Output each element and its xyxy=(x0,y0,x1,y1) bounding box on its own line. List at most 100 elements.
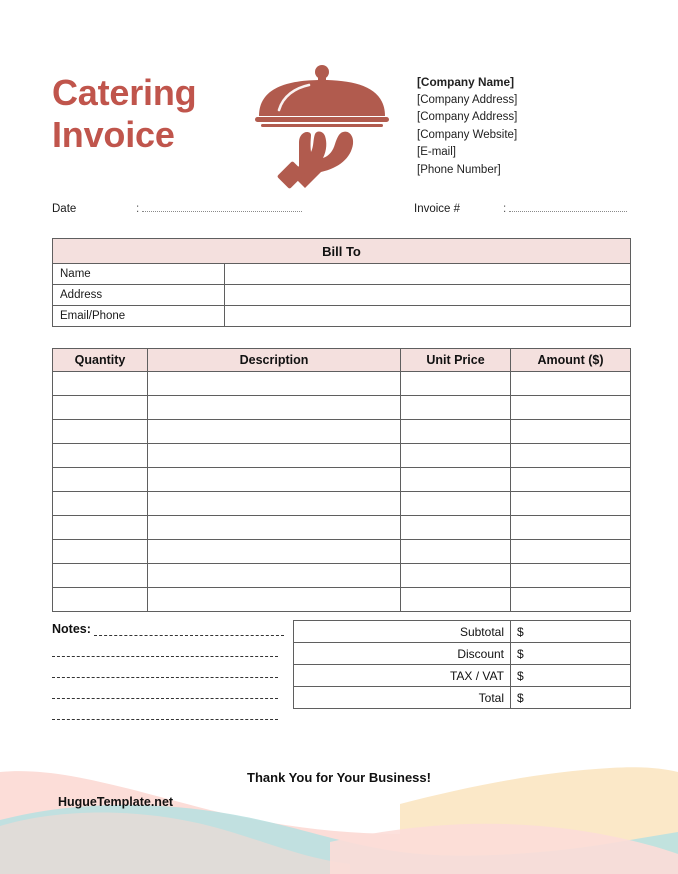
item-cell-description[interactable] xyxy=(147,467,401,492)
totals-label-subtotal: Subtotal xyxy=(293,620,511,643)
item-cell-description[interactable] xyxy=(147,515,401,540)
line-items-table: Quantity Description Unit Price Amount (… xyxy=(52,348,631,612)
item-cell-quantity[interactable] xyxy=(52,419,148,444)
item-cell-quantity[interactable] xyxy=(52,515,148,540)
notes-input-line-2[interactable] xyxy=(52,636,278,657)
totals-label-total: Total xyxy=(293,686,511,709)
item-cell-description[interactable] xyxy=(147,539,401,564)
invoice-number-field: Invoice # : xyxy=(414,202,628,215)
totals-input-total[interactable]: $ xyxy=(510,686,631,709)
bill-to-input-name[interactable] xyxy=(223,263,632,285)
invoice-meta-row: Date : Invoice # : xyxy=(52,202,630,220)
notes-blank-lines xyxy=(52,636,284,720)
item-cell-quantity[interactable] xyxy=(52,395,148,420)
item-cell-amount[interactable] xyxy=(510,539,631,564)
catering-logo xyxy=(247,62,397,190)
item-cell-unit-price[interactable] xyxy=(400,467,511,492)
table-row xyxy=(52,491,631,516)
totals-input-discount[interactable]: $ xyxy=(510,642,631,665)
invoice-number-separator: : xyxy=(503,203,507,215)
table-row: Discount $ xyxy=(293,642,631,665)
table-row: Subtotal $ xyxy=(293,620,631,643)
item-cell-amount[interactable] xyxy=(510,587,631,612)
item-cell-amount[interactable] xyxy=(510,491,631,516)
column-header-amount: Amount ($) xyxy=(510,348,631,372)
notes-input-line-5[interactable] xyxy=(52,699,278,720)
template-credit: HugueTemplate.net xyxy=(58,795,174,809)
table-row xyxy=(52,467,631,492)
notes-input-line-4[interactable] xyxy=(52,678,278,699)
company-name: [Company Name] xyxy=(417,75,515,89)
date-label: Date xyxy=(52,203,77,215)
table-row xyxy=(52,515,631,540)
date-input[interactable] xyxy=(142,202,303,212)
table-row: TAX / VAT $ xyxy=(293,664,631,687)
page-title: Catering Invoice xyxy=(52,72,252,157)
bill-to-input-address[interactable] xyxy=(223,284,632,306)
item-cell-description[interactable] xyxy=(147,443,401,468)
item-cell-quantity[interactable] xyxy=(52,443,148,468)
item-cell-unit-price[interactable] xyxy=(400,563,511,588)
invoice-header: Catering Invoice [Company Name] [Company… xyxy=(52,62,632,192)
item-cell-amount[interactable] xyxy=(510,419,631,444)
item-cell-quantity[interactable] xyxy=(52,539,148,564)
item-cell-unit-price[interactable] xyxy=(400,419,511,444)
item-cell-unit-price[interactable] xyxy=(400,515,511,540)
item-cell-unit-price[interactable] xyxy=(400,539,511,564)
item-cell-description[interactable] xyxy=(147,419,401,444)
item-cell-amount[interactable] xyxy=(510,563,631,588)
notes-input-line-1[interactable] xyxy=(93,624,284,636)
notes-input-line-3[interactable] xyxy=(52,657,278,678)
table-row xyxy=(52,371,631,396)
table-row xyxy=(52,419,631,444)
invoice-number-input[interactable] xyxy=(509,202,628,212)
item-cell-unit-price[interactable] xyxy=(400,395,511,420)
item-cell-unit-price[interactable] xyxy=(400,443,511,468)
line-items-body xyxy=(52,371,631,612)
item-cell-quantity[interactable] xyxy=(52,563,148,588)
item-cell-amount[interactable] xyxy=(510,371,631,396)
table-row xyxy=(52,539,631,564)
invoice-page: Catering Invoice [Company Name] [Company… xyxy=(0,0,678,874)
item-cell-quantity[interactable] xyxy=(52,371,148,396)
table-row: Address xyxy=(52,284,632,306)
item-cell-amount[interactable] xyxy=(510,467,631,492)
company-email: [E-mail] xyxy=(417,146,456,159)
bill-to-title-row: Bill To xyxy=(51,238,632,264)
totals-input-subtotal[interactable]: $ xyxy=(510,620,631,643)
column-header-quantity: Quantity xyxy=(52,348,148,372)
notes-section: Notes: xyxy=(52,622,284,720)
item-cell-amount[interactable] xyxy=(510,443,631,468)
table-row xyxy=(52,443,631,468)
column-header-description: Description xyxy=(147,348,401,372)
item-cell-unit-price[interactable] xyxy=(400,491,511,516)
table-row xyxy=(52,563,631,588)
item-cell-amount[interactable] xyxy=(510,515,631,540)
item-cell-unit-price[interactable] xyxy=(400,371,511,396)
title-line-1: Catering xyxy=(52,72,197,113)
bill-to-label-name: Name xyxy=(52,263,225,285)
totals-label-discount: Discount xyxy=(293,642,511,665)
date-field: Date : xyxy=(52,202,303,215)
notes-header: Notes: xyxy=(52,622,284,636)
item-cell-description[interactable] xyxy=(147,395,401,420)
item-cell-quantity[interactable] xyxy=(52,587,148,612)
totals-table: Subtotal $ Discount $ TAX / VAT $ Total … xyxy=(293,620,631,709)
notes-label: Notes: xyxy=(52,622,91,636)
item-cell-amount[interactable] xyxy=(510,395,631,420)
totals-label-tax-vat: TAX / VAT xyxy=(293,664,511,687)
table-row: Name xyxy=(52,263,632,285)
item-cell-description[interactable] xyxy=(147,587,401,612)
item-cell-description[interactable] xyxy=(147,371,401,396)
item-cell-unit-price[interactable] xyxy=(400,587,511,612)
company-address-2: [Company Address] xyxy=(417,111,518,124)
bill-to-table: Bill To Name Address Email/Phone xyxy=(51,238,632,327)
item-cell-description[interactable] xyxy=(147,563,401,588)
item-cell-quantity[interactable] xyxy=(52,491,148,516)
item-cell-description[interactable] xyxy=(147,491,401,516)
table-row: Total $ xyxy=(293,686,631,709)
item-cell-quantity[interactable] xyxy=(52,467,148,492)
totals-input-tax-vat[interactable]: $ xyxy=(510,664,631,687)
company-address-1: [Company Address] xyxy=(417,93,518,106)
bill-to-input-email-phone[interactable] xyxy=(223,305,632,327)
